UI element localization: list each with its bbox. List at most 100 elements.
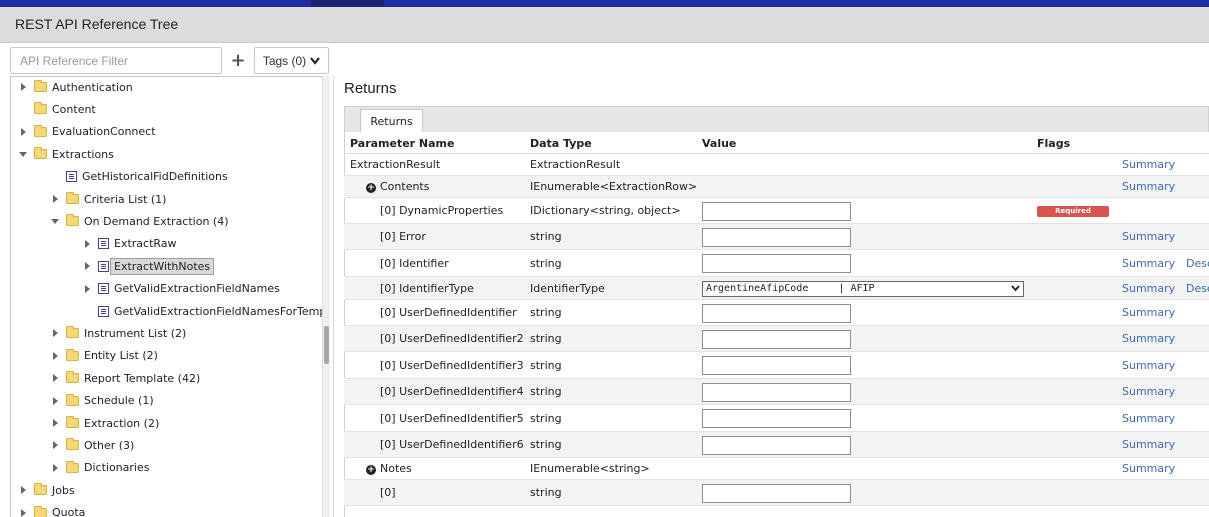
- tree-item-label: Entity List (2): [84, 349, 158, 363]
- parameter-name: [0] UserDefinedIdentifier5: [380, 412, 524, 425]
- summary-link[interactable]: Summary: [1122, 180, 1175, 193]
- summary-link[interactable]: Summary: [1122, 332, 1175, 345]
- summary-link[interactable]: Summary: [1122, 438, 1175, 451]
- returns-heading: Returns: [344, 80, 397, 97]
- value-input[interactable]: [702, 382, 851, 402]
- caret-right-icon[interactable]: [18, 82, 28, 92]
- tree-item[interactable]: Extractions: [18, 144, 114, 164]
- identifier-type-select[interactable]: ArgentineAfipCode | AFIP: [702, 280, 1024, 297]
- parameter-name[interactable]: + Notes: [366, 462, 412, 475]
- summary-link[interactable]: Summary: [1122, 230, 1175, 243]
- value-input[interactable]: [702, 409, 851, 428]
- parameter-name: [0] Identifier: [380, 257, 449, 270]
- tree-item-label: Criteria List (1): [84, 192, 167, 206]
- tree-item[interactable]: Quota: [18, 503, 85, 517]
- tree-item-label: Quota: [52, 506, 86, 517]
- parameter-name-text: [0] DynamicProperties: [380, 204, 504, 217]
- summary-link[interactable]: Summary: [1122, 462, 1175, 475]
- tree-item[interactable]: GetValidExtractionFieldNamesForTemplate: [82, 301, 330, 321]
- tree-item-label: Jobs: [52, 483, 75, 497]
- tab-returns[interactable]: Returns: [360, 109, 423, 132]
- tree-item[interactable]: EvaluationConnect: [18, 122, 156, 142]
- tree-item-label: GetValidExtractionFieldNamesForTemplate: [114, 304, 330, 318]
- value-input[interactable]: [702, 329, 851, 349]
- tags-dropdown-button[interactable]: Tags (0): [254, 47, 329, 74]
- summary-link[interactable]: Summary: [1122, 306, 1175, 319]
- parameter-name-text: Contents: [380, 180, 430, 193]
- caret-right-icon[interactable]: [82, 284, 92, 294]
- caret-right-icon[interactable]: [82, 239, 92, 249]
- data-type: string: [530, 438, 562, 451]
- caret-right-icon[interactable]: [82, 261, 92, 271]
- expand-plus-icon[interactable]: +: [366, 465, 376, 475]
- tree-item[interactable]: Schedule (1): [50, 391, 154, 411]
- tree-item[interactable]: Authentication: [18, 77, 133, 97]
- description-link[interactable]: Desc: [1186, 282, 1209, 295]
- tree-item-label: Dictionaries: [84, 461, 150, 475]
- value-input[interactable]: [702, 303, 851, 323]
- table-row: [0] IdentifierType IdentifierType Argentin…: [344, 277, 1209, 300]
- value-input[interactable]: [702, 254, 851, 273]
- caret-right-icon[interactable]: [50, 418, 60, 428]
- summary-link[interactable]: Summary: [1122, 412, 1175, 425]
- tree-item[interactable]: Entity List (2): [50, 346, 158, 366]
- caret-right-icon[interactable]: [18, 127, 28, 137]
- value-input[interactable]: [702, 227, 851, 247]
- caret-right-icon[interactable]: [50, 463, 60, 473]
- caret-right-icon[interactable]: [50, 440, 60, 450]
- expand-plus-icon[interactable]: +: [366, 183, 376, 193]
- summary-link[interactable]: Summary: [1122, 385, 1175, 398]
- tree-item[interactable]: GetValidExtractionFieldNames: [82, 279, 280, 299]
- caret-right-icon[interactable]: [18, 508, 28, 517]
- parameter-name-text: [0] UserDefinedIdentifier6: [380, 438, 524, 451]
- tree-scrollbar-thumb[interactable]: [324, 326, 329, 364]
- tree-item-label: ExtractRaw: [114, 237, 177, 251]
- description-link[interactable]: Desc: [1186, 257, 1209, 270]
- table-row: [0] UserDefinedIdentifier3 string Summary: [344, 352, 1209, 379]
- tree-item[interactable]: Dictionaries: [50, 458, 149, 478]
- folder-icon: [34, 483, 47, 496]
- caret-right-icon[interactable]: [50, 396, 60, 406]
- caret-right-icon[interactable]: [18, 485, 28, 495]
- value-input[interactable]: [702, 435, 851, 455]
- parameter-name-text: Notes: [380, 462, 412, 475]
- summary-link[interactable]: Summary: [1122, 282, 1175, 295]
- caret-right-icon[interactable]: [50, 328, 60, 338]
- parameter-name: [0]: [380, 486, 396, 499]
- tree-item[interactable]: Jobs: [18, 480, 75, 500]
- tree-item[interactable]: Report Template (42): [50, 368, 200, 388]
- caret-down-icon[interactable]: [50, 216, 60, 226]
- tree-item[interactable]: ExtractRaw: [82, 234, 177, 254]
- summary-link[interactable]: Summary: [1122, 257, 1175, 270]
- value-input[interactable]: [702, 201, 851, 221]
- tree-item-label: Report Template (42): [84, 371, 201, 385]
- table-row: + Contents IEnumerable<ExtractionRow> Summa…: [344, 176, 1209, 198]
- caret-down-icon[interactable]: [18, 149, 28, 159]
- tree-item[interactable]: On Demand Extraction (4): [50, 211, 229, 231]
- caret-right-icon[interactable]: [50, 351, 60, 361]
- value-input[interactable]: [702, 356, 851, 375]
- data-type: IEnumerable<ExtractionRow>: [530, 180, 698, 193]
- tree-item[interactable]: GetHistoricalFidDefinitions: [50, 167, 228, 187]
- parameter-name: [0] Error: [380, 230, 426, 243]
- api-reference-tree: Authentication Content EvaluationConnect Ex…: [10, 76, 330, 517]
- data-type: IEnumerable<string>: [530, 462, 650, 475]
- page-title: REST API Reference Tree: [15, 16, 179, 32]
- caret-right-icon[interactable]: [50, 194, 60, 204]
- tree-item-label: EvaluationConnect: [52, 125, 156, 139]
- summary-link[interactable]: Summary: [1122, 359, 1175, 372]
- summary-link[interactable]: Summary: [1122, 158, 1175, 171]
- tree-item[interactable]: Criteria List (1): [50, 189, 166, 209]
- tree-scrollbar[interactable]: [322, 76, 330, 517]
- api-filter-input[interactable]: [10, 47, 222, 74]
- parameter-name[interactable]: + Contents: [366, 180, 429, 193]
- tree-item[interactable]: ExtractWithNotes: [82, 256, 215, 276]
- tree-item[interactable]: Instrument List (2): [50, 323, 186, 343]
- tree-item[interactable]: Content: [18, 99, 96, 119]
- tree-item[interactable]: Extraction (2): [50, 413, 159, 433]
- table-row: [0] UserDefinedIdentifier string Summary: [344, 300, 1209, 326]
- caret-right-icon[interactable]: [50, 373, 60, 383]
- value-input[interactable]: [702, 483, 851, 503]
- tree-item[interactable]: Other (3): [50, 435, 134, 455]
- add-filter-button[interactable]: +: [224, 47, 252, 74]
